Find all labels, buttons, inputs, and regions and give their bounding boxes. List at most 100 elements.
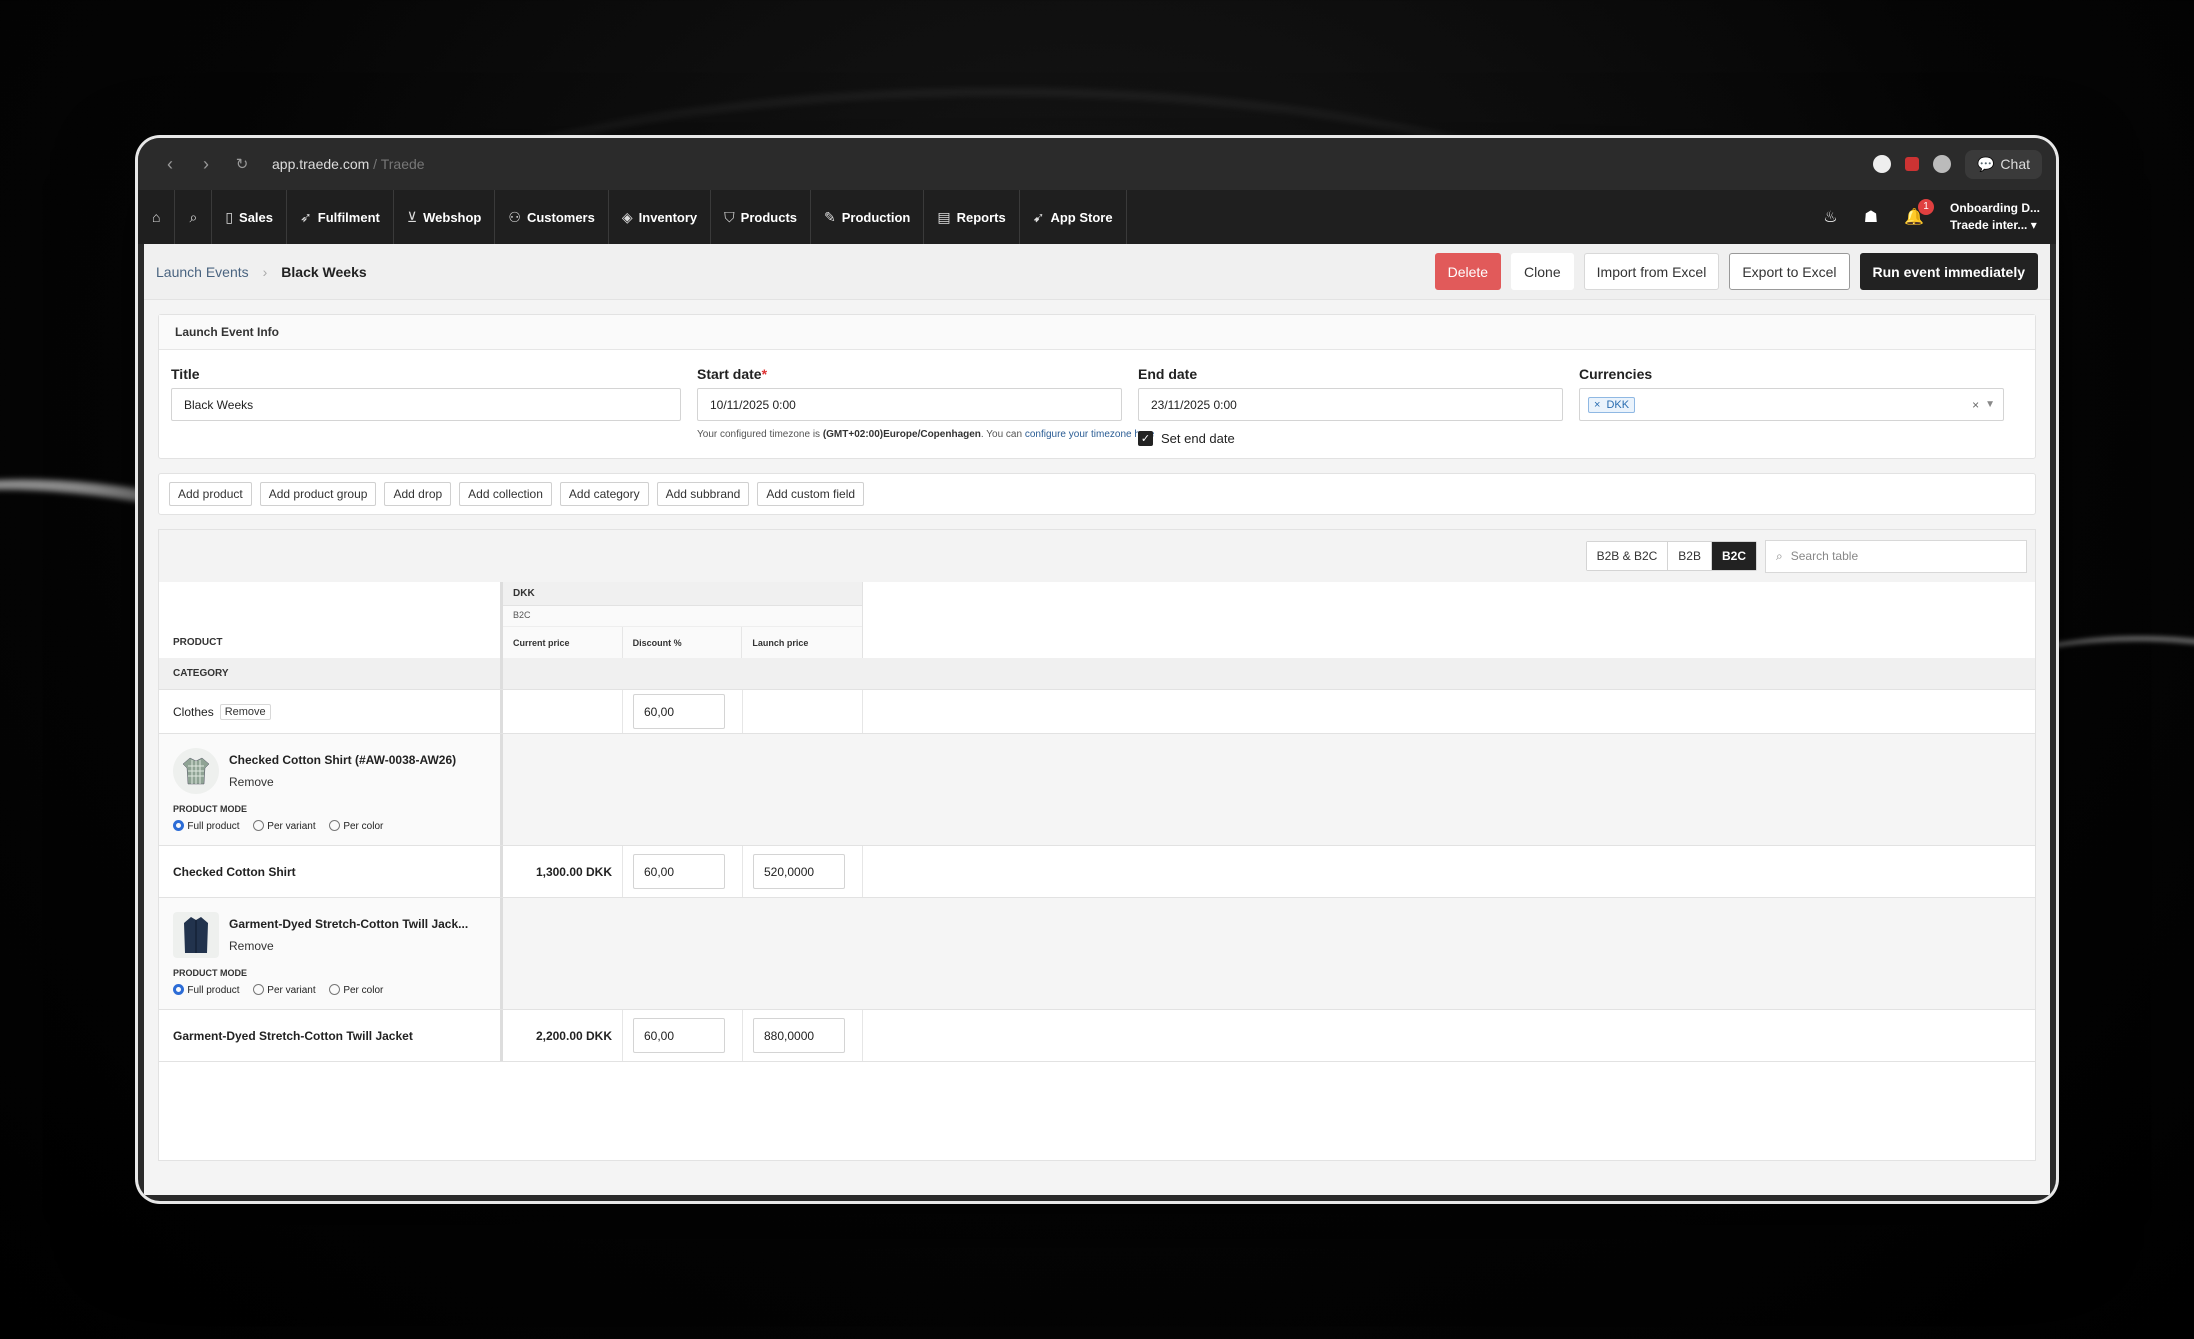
chat-button[interactable]: 💬 Chat <box>1964 149 2042 179</box>
discount-input[interactable]: 60,00 <box>633 694 725 729</box>
remove-category-button[interactable]: Remove <box>219 703 271 720</box>
add-drop-button[interactable]: Add drop <box>384 482 452 506</box>
product-thumbnail <box>173 747 219 794</box>
product-mode-options: Full product Per variant Per color <box>173 818 393 832</box>
remove-product-button[interactable]: Remove <box>229 939 468 953</box>
add-custom-field-button[interactable]: Add custom field <box>757 482 865 506</box>
chevron-down-icon[interactable]: ▼ <box>1985 399 1995 410</box>
col-discount: Discount % <box>623 627 743 658</box>
share-icon[interactable] <box>1932 155 1951 173</box>
send-icon: ➶ <box>300 208 312 225</box>
title-label: Title <box>171 366 200 382</box>
nav-inventory[interactable]: ◈ Inventory <box>609 190 712 244</box>
nav-products[interactable]: ⛉ Products <box>711 190 811 244</box>
timezone-note: Your configured timezone is (GMT+02:00)E… <box>697 429 1155 440</box>
add-product-group-button[interactable]: Add product group <box>259 482 377 506</box>
clear-icon[interactable]: × <box>1972 398 1979 412</box>
run-event-button[interactable]: Run event immediately <box>1859 253 2038 290</box>
users-icon: ⚇ <box>508 208 521 225</box>
search-icon[interactable]: ⌕ <box>175 190 213 244</box>
radio-per-variant[interactable] <box>252 819 264 831</box>
robot-icon[interactable]: ☗ <box>1864 207 1878 227</box>
add-product-button[interactable]: Add product <box>169 482 252 506</box>
table-toolbar: B2B & B2C B2B B2C ⌕ Search table <box>159 530 2035 582</box>
chevron-down-icon: ▾ <box>2030 218 2037 232</box>
search-input[interactable]: ⌕ Search table <box>1765 539 2027 573</box>
pencil-icon: ✎ <box>824 208 836 225</box>
end-date-input[interactable]: 23/11/2025 0:00 <box>1138 388 1563 421</box>
box-icon: ◈ <box>621 208 633 225</box>
flame-icon[interactable]: ♨ <box>1823 207 1837 227</box>
product-thumbnail <box>173 911 219 958</box>
radio-per-color[interactable] <box>328 983 340 995</box>
currency-header: DKK <box>503 582 862 606</box>
product-group-row: Garment-Dyed Stretch-Cotton Twill Jack..… <box>159 898 2035 1010</box>
breadcrumb: Launch Events › Black Weeks <box>156 264 367 280</box>
delete-button[interactable]: Delete <box>1434 253 1502 290</box>
segment-b2b-b2c[interactable]: B2B & B2C <box>1586 542 1669 570</box>
export-button[interactable]: Export to Excel <box>1729 253 1850 290</box>
cart-icon: ⊻ <box>406 208 418 225</box>
product-mode-options: Full product Per variant Per color <box>173 982 393 996</box>
back-icon[interactable]: ‹ <box>152 154 188 175</box>
home-icon[interactable]: ⌂ <box>138 190 176 244</box>
start-date-input[interactable]: 10/11/2025 0:00 <box>697 388 1122 421</box>
radio-per-color[interactable] <box>328 819 340 831</box>
address-bar[interactable]: app.traede.com / Traede <box>272 156 425 172</box>
nav-webshop[interactable]: ⊻ Webshop <box>394 190 496 244</box>
user-menu[interactable]: Onboarding D... Traede inter... ▾ <box>1950 200 2040 234</box>
set-end-date-checkbox[interactable]: ✓ <box>1138 431 1153 446</box>
radio-full-product[interactable] <box>173 819 184 831</box>
forward-icon[interactable]: › <box>188 154 224 175</box>
title-input[interactable]: Black Weeks <box>171 388 681 421</box>
nav-production[interactable]: ✎ Production <box>811 190 925 244</box>
radio-full-product[interactable] <box>173 983 184 995</box>
add-collection-button[interactable]: Add collection <box>459 482 552 506</box>
discount-input[interactable]: 60,00 <box>633 854 725 889</box>
nav-customers[interactable]: ⚇ Customers <box>495 190 609 244</box>
import-button[interactable]: Import from Excel <box>1583 253 1720 290</box>
nav-reports[interactable]: ▤ Reports <box>924 190 1020 244</box>
channel-segment: B2B & B2C B2B B2C <box>1585 541 1757 571</box>
extension-icon[interactable] <box>1872 155 1891 173</box>
radio-per-variant[interactable] <box>252 983 264 995</box>
start-date-field: Start date* 10/11/2025 0:00 Your configu… <box>697 366 1155 446</box>
current-price: 2,200.00 DKK <box>503 1010 623 1061</box>
nav-fulfilment[interactable]: ➶ Fulfilment <box>287 190 394 244</box>
nav-sales[interactable]: ▯ Sales <box>212 190 288 244</box>
add-subbrand-button[interactable]: Add subbrand <box>656 482 750 506</box>
user-org: Traede inter... <box>1950 218 2028 232</box>
table-row: Clothes Remove 60,00 <box>159 690 2035 734</box>
launch-price-input[interactable]: 880,0000 <box>753 1018 845 1053</box>
segment-b2b[interactable]: B2B <box>1668 542 1712 570</box>
clone-button[interactable]: Clone <box>1511 253 1574 290</box>
add-category-button[interactable]: Add category <box>559 482 649 506</box>
reload-icon[interactable]: ↻ <box>224 155 260 173</box>
category-section-header: CATEGORY <box>159 658 2035 690</box>
remove-product-button[interactable]: Remove <box>229 775 456 789</box>
browser-window: ‹ › ↻ app.traede.com / Traede 💬 Chat ⌂ ⌕… <box>138 138 2056 1201</box>
launch-event-info-card: Launch Event Info Title Black Weeks Star… <box>158 314 2036 459</box>
start-date-label: Start date* <box>697 366 768 382</box>
pricing-table-card: B2B & B2C B2B B2C ⌕ Search table PRODUCT… <box>158 529 2036 1161</box>
extension-icon[interactable] <box>1904 157 1919 171</box>
col-launch-price: Launch price <box>752 637 809 648</box>
card-title: Launch Event Info <box>159 315 2035 350</box>
product-name: Garment-Dyed Stretch-Cotton Twill Jacket <box>173 1028 413 1043</box>
product-name: Checked Cotton Shirt <box>173 864 296 879</box>
discount-input[interactable]: 60,00 <box>633 1018 725 1053</box>
segment-b2c[interactable]: B2C <box>1711 542 1756 570</box>
configure-timezone-link[interactable]: configure your timezone here <box>1025 429 1155 440</box>
table-row: Checked Cotton Shirt 1,300.00 DKK 60,00 … <box>159 846 2035 898</box>
remove-tag-icon[interactable]: × <box>1594 399 1600 411</box>
channel-header: B2C <box>513 610 531 620</box>
nav-app-store[interactable]: ➹ App Store <box>1020 190 1127 244</box>
rocket-icon: ➹ <box>1032 208 1045 225</box>
currencies-select[interactable]: × DKK × ▼ <box>1579 388 2004 421</box>
product-mode-label: PRODUCT MODE <box>173 967 247 978</box>
end-date-field: End date 23/11/2025 0:00 ✓ Set end date <box>1138 366 1563 446</box>
pricing-grid: PRODUCT DKK B2C Current price Discount %… <box>159 582 2035 1062</box>
launch-price-input[interactable]: 520,0000 <box>753 854 845 889</box>
notifications-button[interactable]: 🔔 1 <box>1904 199 1934 227</box>
breadcrumb-parent[interactable]: Launch Events <box>156 264 249 280</box>
